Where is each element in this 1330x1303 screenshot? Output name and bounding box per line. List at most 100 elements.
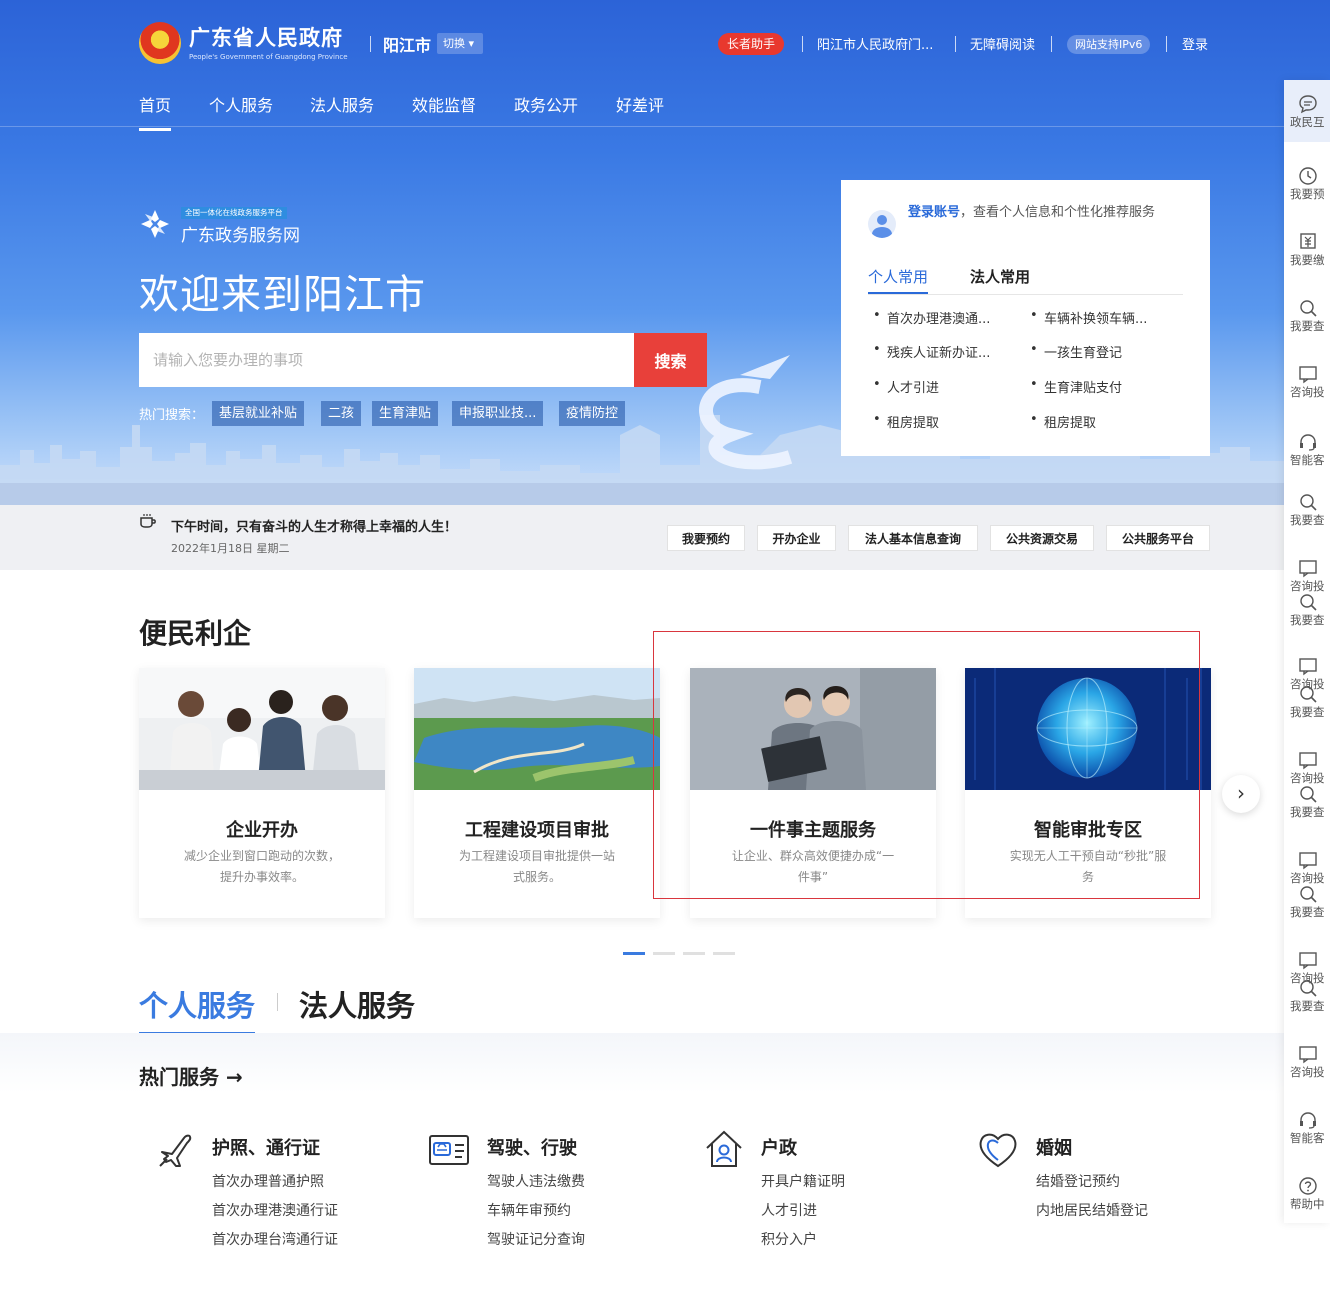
login-prompt: 登录账号，查看个人信息和个性化推荐服务 (908, 202, 1186, 224)
help-icon (1299, 1177, 1317, 1195)
nav-efficiency-supervision[interactable]: 效能监督 (412, 92, 476, 128)
login-card: 登录账号，查看个人信息和个性化推荐服务 个人常用 法人常用 首次办理港澳通...… (841, 180, 1210, 456)
carousel-dot[interactable] (653, 952, 675, 955)
search-icon (1300, 786, 1317, 803)
right-float-toolbar: 政民互 我要预 我要缴 我要查 咨询投 智能客 我要查 咨询投 我要查 咨询投 (1284, 80, 1330, 1223)
hot-services-title[interactable]: 热门服务 → (139, 1061, 243, 1090)
search-icon (1300, 980, 1317, 997)
hot-search-tag[interactable]: 申报职业技... (452, 401, 544, 426)
category-title: 户政 (761, 1138, 797, 1159)
float-item-label: 智能客 (1290, 1131, 1325, 1145)
hot-search-tag[interactable]: 生育津贴 (372, 401, 439, 426)
service-link[interactable]: 开具户籍证明 (761, 1171, 845, 1191)
category-title: 驾驶、行驶 (487, 1138, 577, 1159)
common-service-item[interactable]: 租房提取 (873, 412, 939, 431)
service-link[interactable]: 内地居民结婚登记 (1036, 1200, 1148, 1220)
service-link[interactable]: 车辆年审预约 (487, 1200, 571, 1220)
hot-search-tag[interactable]: 疫情防控 (559, 401, 626, 426)
service-card-business-startup[interactable]: 企业开办 减少企业到窗口跑动的次数，提升办事效率。 (139, 668, 385, 918)
service-card-construction-approval[interactable]: 工程建设项目审批 为工程建设项目审批提供一站式服务。 (414, 668, 660, 918)
portal-link[interactable]: 阳江市人民政府门... (817, 34, 933, 53)
service-card-desc: 为工程建设项目审批提供一站式服务。 (458, 849, 615, 884)
header-divider (1166, 36, 1167, 52)
tab-corporate-services[interactable]: 法人服务 (299, 983, 415, 1025)
nav-rating[interactable]: 好差评 (616, 92, 664, 128)
header-divider (955, 36, 956, 52)
service-card-smart-approval[interactable]: 智能审批专区 实现无人工干预自动“秒批”服务 (965, 668, 1211, 918)
service-link[interactable]: 驾驶证记分查询 (487, 1229, 585, 1249)
quick-link-button[interactable]: 我要预约 (667, 525, 745, 551)
quick-link-button[interactable]: 开办企业 (757, 525, 836, 551)
message-icon (1299, 752, 1317, 770)
login-account-link[interactable]: 登录账号 (908, 205, 960, 220)
common-service-item[interactable]: 车辆补换领车辆... (1030, 308, 1147, 327)
tab-personal-services[interactable]: 个人服务 (139, 983, 256, 1035)
city-name: 阳江市 (383, 36, 432, 55)
carousel-next-button[interactable]: › (1222, 775, 1260, 813)
nav-corporate-service[interactable]: 法人服务 (310, 92, 374, 128)
tab-personal-common[interactable]: 个人常用 (868, 266, 929, 294)
carousel-dot[interactable] (713, 952, 735, 955)
search-button[interactable]: 搜索 (634, 333, 707, 387)
gd-service-logo-icon (141, 210, 169, 238)
service-card-title: 一件事主题服务 (750, 820, 876, 841)
service-link[interactable]: 驾驶人违法缴费 (487, 1171, 585, 1191)
service-card-one-thing[interactable]: 一件事主题服务 让企业、群众高效便捷办成“一件事” (690, 668, 936, 918)
quick-link-button[interactable]: 法人基本信息查询 (848, 525, 978, 551)
nav-gov-affairs[interactable]: 政务公开 (514, 92, 578, 128)
common-service-item[interactable]: 租房提取 (1030, 412, 1096, 431)
gov-title: 广东省人民政府 (189, 26, 343, 50)
common-service-item[interactable]: 残疾人证新办证... (873, 342, 990, 361)
service-link[interactable]: 首次办理港澳通行证 (212, 1200, 338, 1220)
accessibility-link[interactable]: 无障碍阅读 (970, 34, 1035, 53)
search-input[interactable] (139, 333, 634, 387)
search-icon (1300, 594, 1317, 611)
city-lake-aerial-image (414, 668, 660, 790)
service-card-title: 工程建设项目审批 (465, 820, 609, 841)
guangdong-emblem-icon (139, 22, 181, 64)
tab-corporate-common[interactable]: 法人常用 (970, 266, 1030, 292)
message-icon (1299, 952, 1317, 970)
float-item-label: 我要查 (1290, 513, 1325, 527)
hot-search-tag[interactable]: 二孩 (321, 401, 362, 426)
elder-mode-button[interactable]: 长者助手 (718, 33, 785, 55)
float-item-label: 我要查 (1290, 805, 1325, 819)
service-link[interactable]: 人才引进 (761, 1200, 817, 1220)
message-icon (1299, 658, 1317, 676)
common-service-item[interactable]: 人才引进 (873, 377, 939, 396)
float-item-label: 我要查 (1290, 705, 1325, 719)
brand-tag: 全国一体化在线政务服务平台 (181, 207, 287, 219)
chevron-down-icon: ▾ (465, 37, 475, 50)
message-icon (1299, 852, 1317, 870)
service-card-desc: 让企业、群众高效便捷办成“一件事” (731, 849, 895, 884)
nav-personal-service[interactable]: 个人服务 (209, 92, 273, 128)
float-item-label: 政民互 (1290, 115, 1325, 129)
float-item-label: 我要预 (1290, 187, 1325, 201)
notice-date: 2022年1月18日 星期二 (171, 542, 290, 555)
common-service-item[interactable]: 一孩生育登记 (1030, 342, 1122, 361)
service-link[interactable]: 首次办理台湾通行证 (212, 1229, 338, 1249)
digital-globe-image (965, 668, 1211, 790)
heart-icon (979, 1133, 1017, 1168)
header-divider (370, 36, 371, 52)
carousel-dot[interactable] (683, 952, 705, 955)
top-header: 广东省人民政府 People's Government of Guangdong… (139, 20, 1211, 68)
gov-subtitle: People's Government of Guangdong Provinc… (189, 53, 348, 61)
float-item-label: 咨询投 (1290, 385, 1325, 399)
common-service-item[interactable]: 生育津贴支付 (1030, 377, 1122, 396)
search-icon (1300, 686, 1317, 703)
login-link[interactable]: 登录 (1182, 34, 1208, 53)
quick-link-button[interactable]: 公共服务平台 (1106, 525, 1210, 551)
service-link[interactable]: 结婚登记预约 (1036, 1171, 1120, 1191)
city-switch-button[interactable]: 切换 ▾ (437, 33, 483, 54)
service-link[interactable]: 首次办理普通护照 (212, 1171, 324, 1191)
carousel-dot[interactable] (623, 952, 645, 955)
service-link[interactable]: 积分入户 (761, 1229, 817, 1249)
float-item-label: 我要缴 (1290, 253, 1325, 267)
hot-search-tag[interactable]: 基层就业补贴 (212, 401, 305, 426)
float-item-label: 我要查 (1290, 999, 1325, 1013)
hot-search-label: 热门搜索： (139, 408, 205, 423)
business-team-image (139, 668, 385, 790)
quick-link-button[interactable]: 公共资源交易 (990, 525, 1094, 551)
common-service-item[interactable]: 首次办理港澳通... (873, 308, 990, 327)
